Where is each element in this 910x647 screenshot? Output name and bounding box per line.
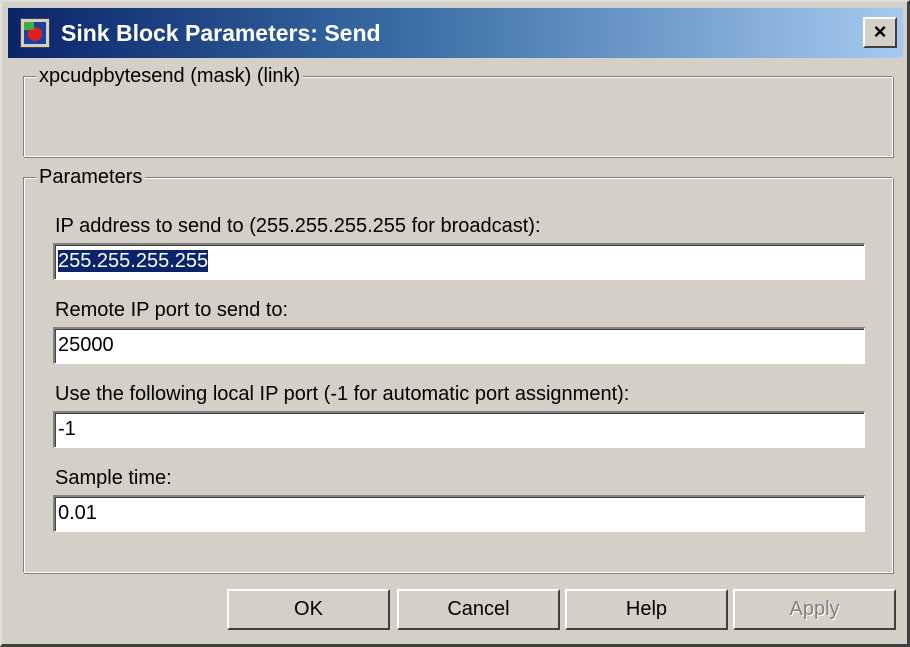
ip-address-value: 255.255.255.255	[58, 250, 209, 272]
window-title: Sink Block Parameters: Send	[61, 20, 381, 46]
remote-port-input[interactable]: 25000	[53, 327, 865, 364]
sample-time-value: 0.01	[58, 502, 97, 524]
remote-port-label: Remote IP port to send to:	[55, 299, 289, 321]
parameters-legend: Parameters	[36, 163, 146, 191]
local-port-input[interactable]: -1	[53, 411, 865, 448]
close-button[interactable]: ×	[863, 17, 897, 48]
local-port-label: Use the following local IP port (-1 for …	[55, 383, 630, 405]
help-button[interactable]: Help	[565, 589, 728, 630]
dialog-window: Sink Block Parameters: Send × xpcudpbyte…	[0, 0, 910, 647]
ip-address-label: IP address to send to (255.255.255.255 f…	[55, 215, 541, 237]
local-port-value: -1	[58, 418, 76, 440]
description-group: xpcudpbytesend (mask) (link)	[23, 62, 893, 157]
remote-port-value: 25000	[58, 334, 114, 356]
sample-time-label: Sample time:	[55, 467, 172, 489]
ip-address-input[interactable]: 255.255.255.255	[53, 243, 865, 280]
description-legend: xpcudpbytesend (mask) (link)	[36, 62, 304, 90]
ok-button[interactable]: OK	[227, 589, 390, 630]
simulink-block-icon	[20, 18, 50, 48]
cancel-button[interactable]: Cancel	[397, 589, 560, 630]
sample-time-input[interactable]: 0.01	[53, 495, 865, 532]
close-icon: ×	[873, 19, 887, 44]
apply-button[interactable]: Apply	[733, 589, 896, 630]
title-bar[interactable]: Sink Block Parameters: Send ×	[8, 8, 903, 58]
